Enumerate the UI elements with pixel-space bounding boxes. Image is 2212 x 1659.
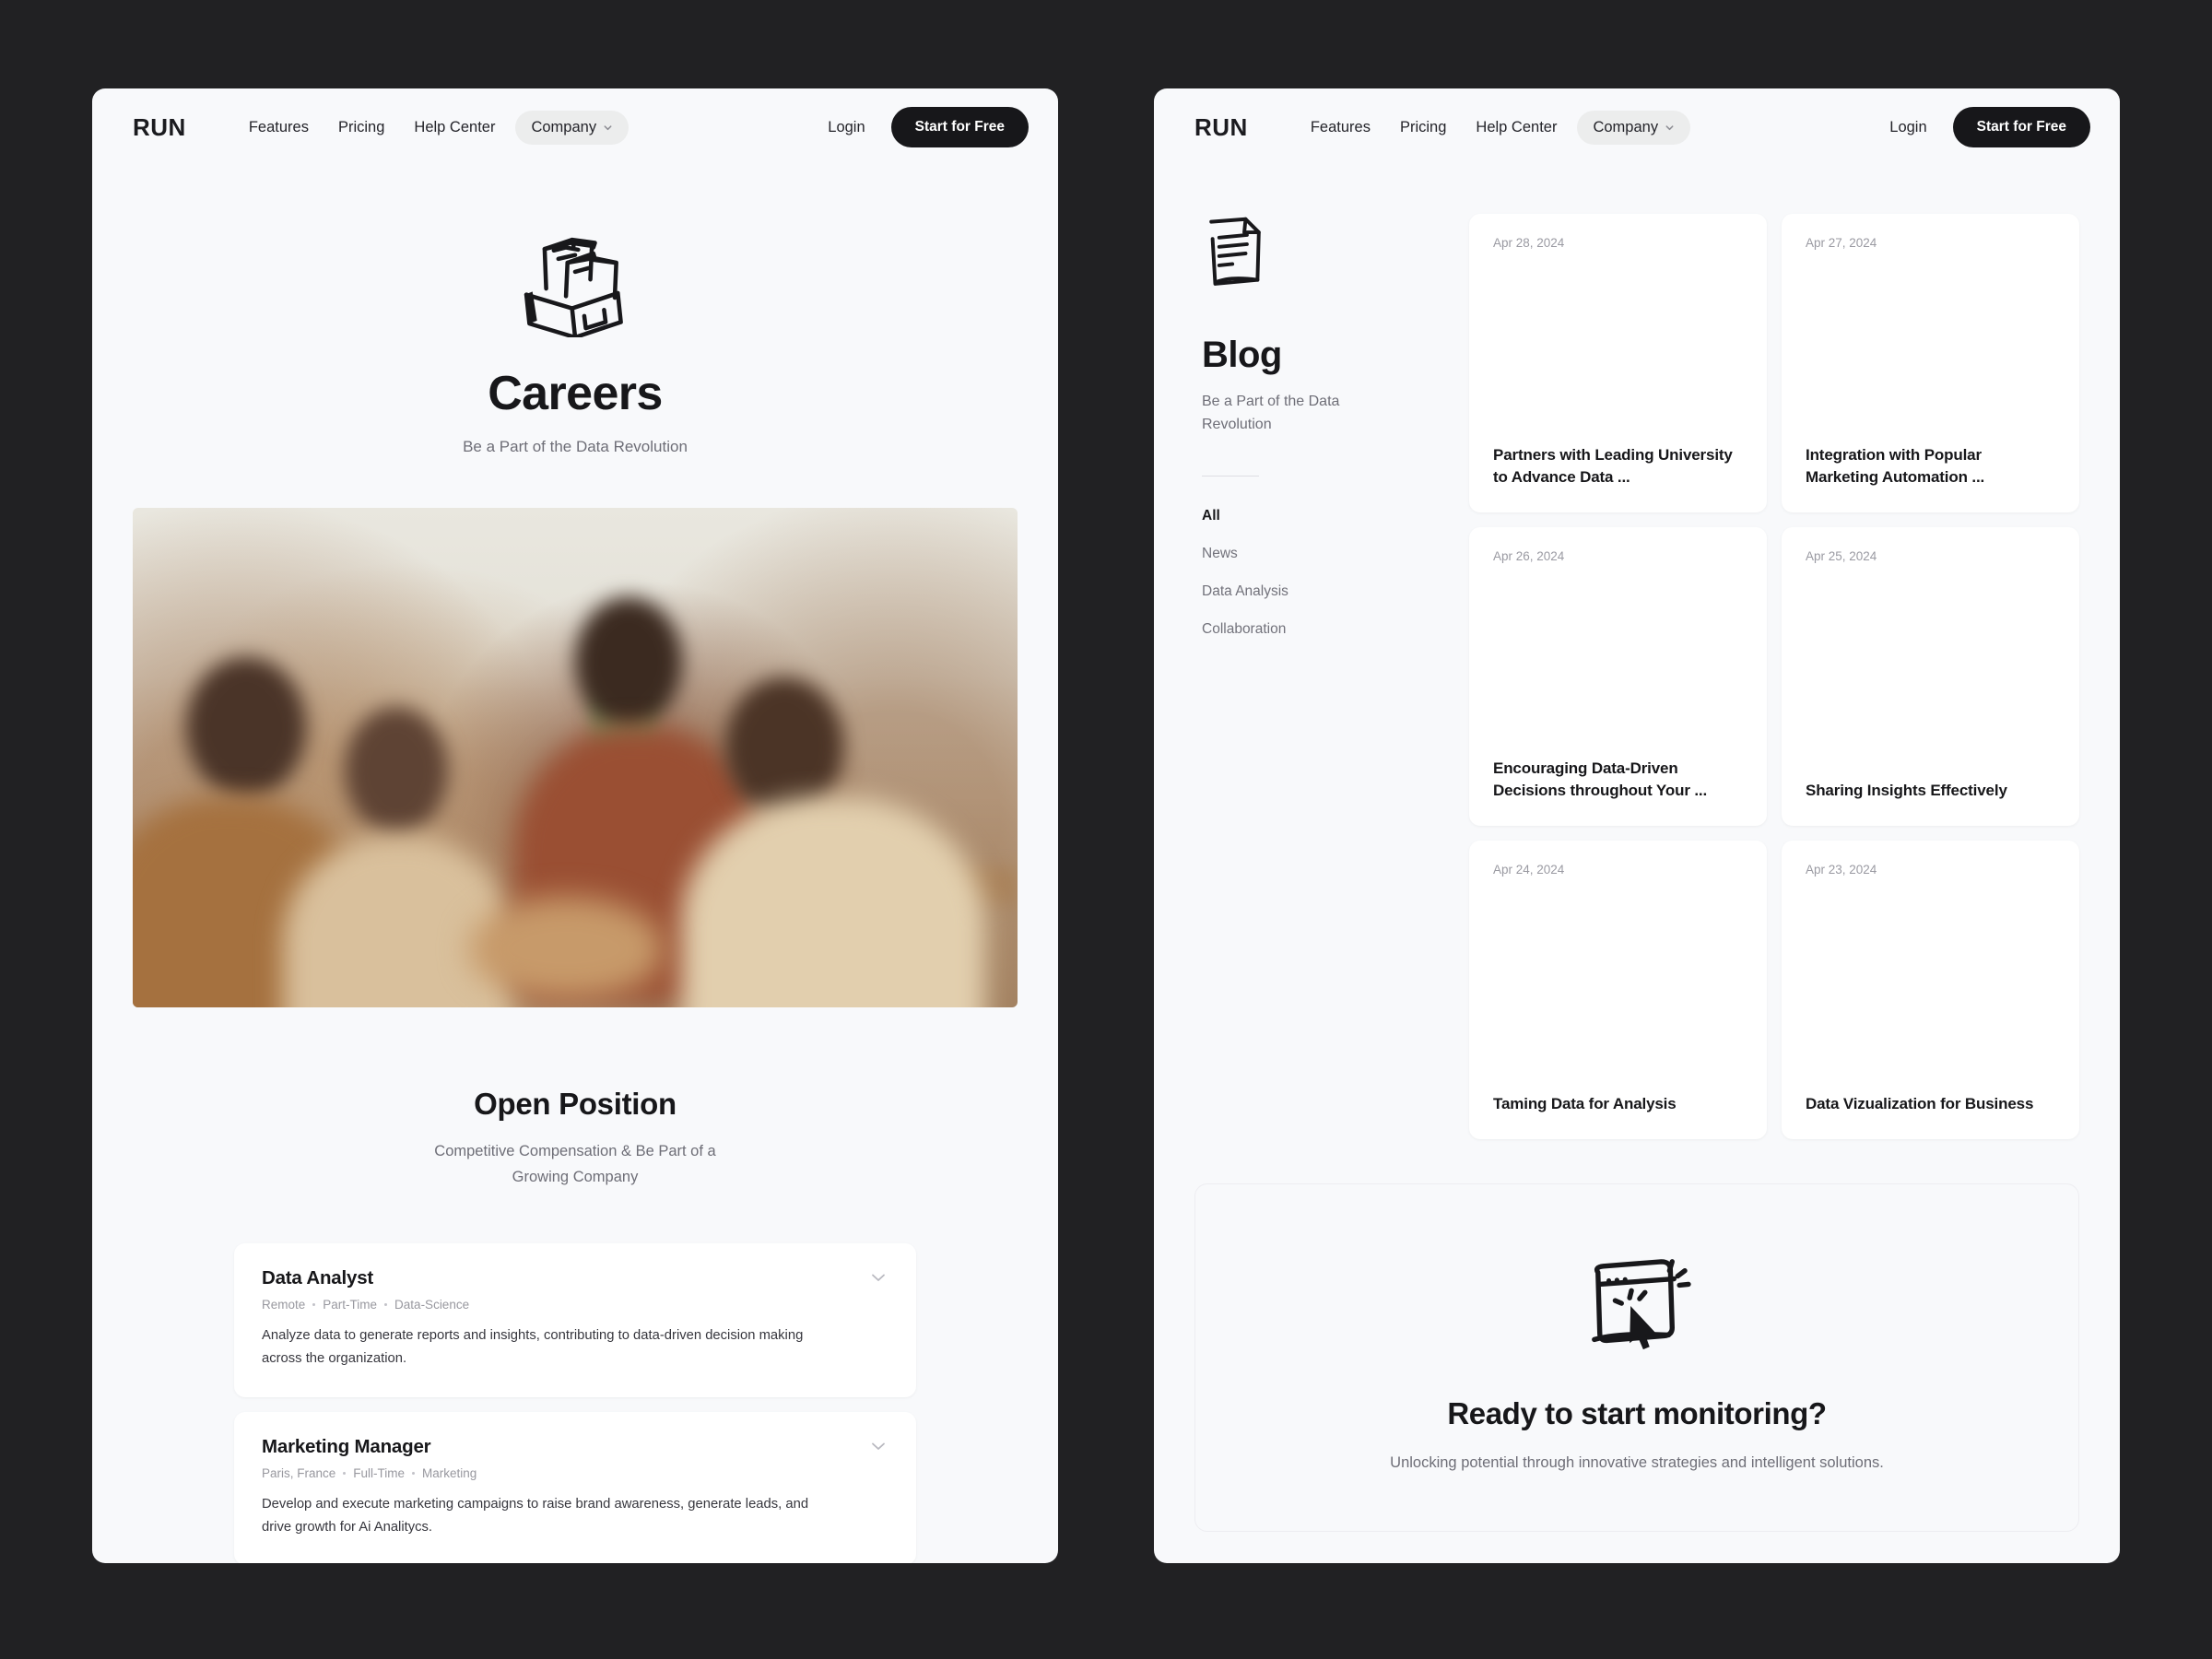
careers-team-photo	[133, 507, 1018, 1007]
post-thumbnail-area	[1493, 877, 1743, 1093]
post-title: Partners with Leading University to Adva…	[1493, 445, 1733, 486]
post-thumbnail-area	[1806, 563, 2055, 780]
open-position-subtitle: Competitive Compensation & Be Part of a …	[434, 1142, 716, 1185]
post-thumbnail-area	[1493, 250, 1743, 444]
post-date: Apr 27, 2024	[1806, 236, 1877, 250]
login-link[interactable]: Login	[811, 112, 881, 144]
nav-actions: Login Start for Free	[1873, 107, 2090, 147]
post-title: Taming Data for Analysis	[1493, 1094, 1677, 1112]
blog-page-title: Blog	[1202, 335, 1282, 375]
nav-item-pricing[interactable]: Pricing	[324, 112, 399, 144]
meta-separator-dot	[343, 1471, 347, 1475]
job-meta-type: Full-Time	[353, 1465, 406, 1480]
cta-subtitle: Unlocking potential through innovative s…	[1390, 1454, 1884, 1471]
post-thumbnail-area	[1493, 563, 1743, 758]
post-thumbnail-area	[1806, 250, 2055, 444]
screenshot-stage: RUN Features Pricing Help Center Company…	[0, 0, 2212, 1659]
job-list: Data Analyst Remote Part-Time Data-Scien…	[133, 1242, 1018, 1563]
start-for-free-button[interactable]: Start for Free	[1952, 107, 2090, 147]
job-card-header: Marketing Manager	[262, 1436, 888, 1458]
blog-category-collaboration[interactable]: Collaboration	[1202, 621, 1436, 638]
nav-item-help-center[interactable]: Help Center	[399, 112, 510, 144]
job-meta-type: Part-Time	[323, 1297, 378, 1312]
blog-post-card[interactable]: Apr 27, 2024 Integration with Popular Ma…	[1782, 214, 2079, 512]
nav-item-features[interactable]: Features	[1296, 112, 1385, 144]
ready-to-start-cta-section: Ready to start monitoring? Unlocking pot…	[1194, 1183, 2079, 1533]
job-meta: Paris, France Full-Time Marketing	[262, 1466, 888, 1480]
brand-logo[interactable]: RUN	[133, 113, 186, 142]
chevron-down-icon[interactable]	[868, 1267, 888, 1288]
sidebar-divider	[1202, 475, 1259, 477]
careers-hero: Careers Be a Part of the Data Revolution	[92, 166, 1058, 456]
blog-post-card[interactable]: Apr 23, 2024 Data Vizualization for Busi…	[1782, 841, 2079, 1139]
meta-separator-dot	[412, 1471, 416, 1475]
job-meta-location: Remote	[262, 1297, 306, 1312]
job-card[interactable]: Marketing Manager Paris, France Full-Tim…	[234, 1411, 916, 1563]
chevron-down-icon	[1665, 124, 1674, 130]
careers-photo-wrapper	[92, 456, 1058, 1007]
brand-logo[interactable]: RUN	[1194, 113, 1248, 142]
start-for-free-button[interactable]: Start for Free	[890, 107, 1029, 147]
nav-item-company-dropdown[interactable]: Company	[1577, 110, 1691, 145]
primary-nav: Features Pricing Help Center Company	[234, 110, 629, 145]
job-title: Data Analyst	[262, 1266, 374, 1288]
nav-item-features[interactable]: Features	[234, 112, 324, 144]
nav-company-label: Company	[531, 118, 597, 135]
job-meta-location: Paris, France	[262, 1465, 336, 1480]
post-date: Apr 23, 2024	[1806, 863, 1877, 877]
post-date: Apr 25, 2024	[1806, 549, 1877, 563]
job-card[interactable]: Data Analyst Remote Part-Time Data-Scien…	[234, 1242, 916, 1397]
careers-page-panel: RUN Features Pricing Help Center Company…	[92, 88, 1058, 1563]
careers-page-title: Careers	[488, 367, 663, 420]
document-sketch-icon	[1202, 214, 1436, 298]
nav-item-pricing[interactable]: Pricing	[1385, 112, 1461, 144]
post-thumbnail-area	[1806, 877, 2055, 1093]
blog-post-grid: Apr 28, 2024 Partners with Leading Unive…	[1469, 214, 2079, 1139]
blog-category-data-analysis[interactable]: Data Analysis	[1202, 583, 1436, 600]
login-link[interactable]: Login	[1873, 112, 1943, 144]
careers-page-subtitle: Be a Part of the Data Revolution	[463, 437, 688, 455]
blog-body: Blog Be a Part of the Data Revolution Al…	[1154, 166, 2120, 1139]
job-meta: Remote Part-Time Data-Science	[262, 1298, 888, 1312]
job-title: Marketing Manager	[262, 1435, 431, 1457]
open-positions-section: Open Position Competitive Compensation &…	[92, 1007, 1058, 1563]
blog-category-news[interactable]: News	[1202, 546, 1436, 562]
careers-navbar: RUN Features Pricing Help Center Company…	[92, 88, 1058, 166]
chevron-down-icon[interactable]	[868, 1436, 888, 1456]
meta-separator-dot	[312, 1302, 316, 1306]
file-box-sketch-icon	[92, 223, 1058, 337]
blog-post-card[interactable]: Apr 24, 2024 Taming Data for Analysis	[1469, 841, 1767, 1139]
blog-post-card[interactable]: Apr 25, 2024 Sharing Insights Effectivel…	[1782, 527, 2079, 826]
primary-nav: Features Pricing Help Center Company	[1296, 110, 1691, 145]
post-date: Apr 24, 2024	[1493, 863, 1565, 877]
job-meta-department: Data-Science	[394, 1297, 470, 1312]
nav-item-company-dropdown[interactable]: Company	[515, 110, 629, 145]
blog-sidebar: Blog Be a Part of the Data Revolution Al…	[1194, 214, 1436, 1139]
blog-page-panel: RUN Features Pricing Help Center Company…	[1154, 88, 2120, 1563]
post-date: Apr 26, 2024	[1493, 549, 1565, 563]
post-title: Sharing Insights Effectively	[1806, 781, 2007, 799]
browser-click-sketch-icon	[1232, 1256, 2041, 1358]
blog-post-card[interactable]: Apr 26, 2024 Encouraging Data-Driven Dec…	[1469, 527, 1767, 826]
job-description: Develop and execute marketing campaigns …	[262, 1496, 809, 1535]
blog-category-all[interactable]: All	[1202, 508, 1436, 524]
open-position-title: Open Position	[474, 1086, 677, 1121]
post-title: Data Vizualization for Business	[1806, 1094, 2034, 1112]
blog-page-subtitle: Be a Part of the Data Revolution	[1202, 394, 1340, 432]
post-date: Apr 28, 2024	[1493, 236, 1565, 250]
job-card-header: Data Analyst	[262, 1267, 888, 1289]
chevron-down-icon	[604, 124, 612, 130]
post-title: Integration with Popular Marketing Autom…	[1806, 445, 1985, 486]
blog-navbar: RUN Features Pricing Help Center Company…	[1154, 88, 2120, 166]
blog-post-card[interactable]: Apr 28, 2024 Partners with Leading Unive…	[1469, 214, 1767, 512]
post-title: Encouraging Data-Driven Decisions throug…	[1493, 759, 1708, 799]
nav-item-help-center[interactable]: Help Center	[1461, 112, 1571, 144]
cta-title: Ready to start monitoring?	[1447, 1396, 1827, 1430]
nav-company-label: Company	[1593, 118, 1659, 135]
job-description: Analyze data to generate reports and ins…	[262, 1327, 804, 1367]
nav-actions: Login Start for Free	[811, 107, 1029, 147]
meta-separator-dot	[384, 1302, 388, 1306]
job-meta-department: Marketing	[422, 1465, 477, 1480]
